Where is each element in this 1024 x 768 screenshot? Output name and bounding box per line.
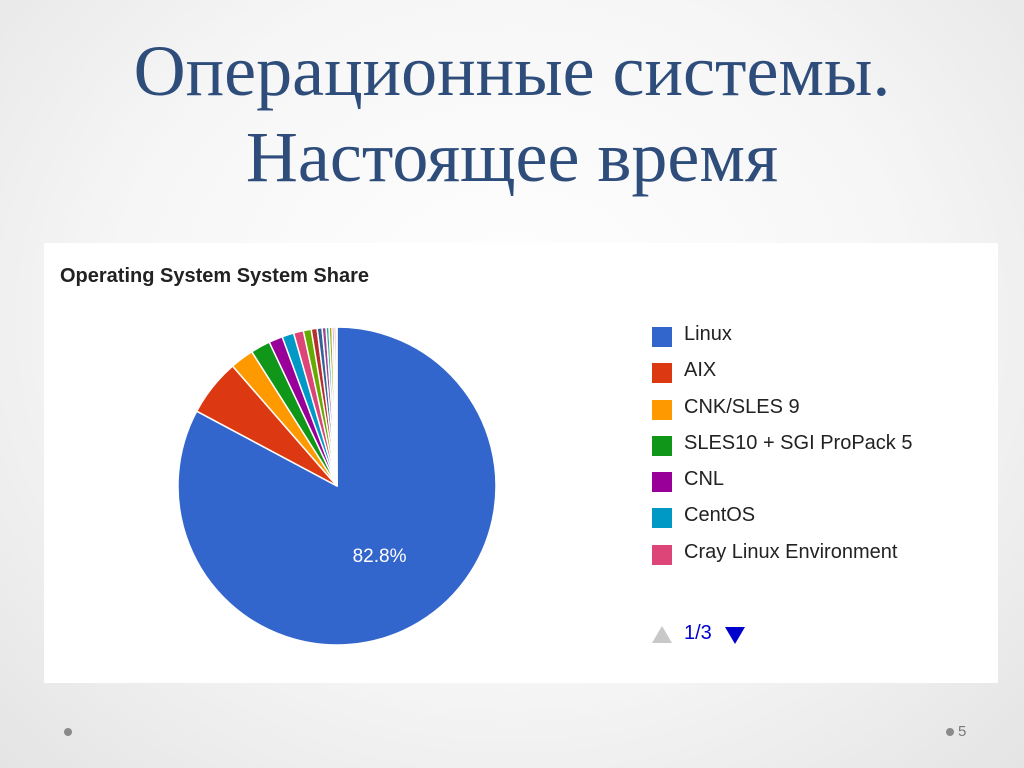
- legend-swatch-cnl: [652, 472, 672, 493]
- pie-data-label-linux: 82.8%: [353, 546, 407, 567]
- slide-title-line-2: Настоящее время: [245, 117, 779, 197]
- pie-chart: 82.8%: [177, 326, 497, 646]
- legend-label-sles10-sgi: SLES10 + SGI ProPack 5: [684, 431, 913, 454]
- legend-label-cnk-sles9: CNK/SLES 9: [684, 395, 800, 418]
- legend-label-cnl: CNL: [684, 468, 725, 491]
- legend-label-centos: CentOS: [684, 504, 756, 527]
- legend-swatch-cnk-sles9: [652, 399, 672, 420]
- legend-label-aix: AIX: [684, 359, 717, 382]
- pager-prev-arrow-icon: [652, 626, 672, 643]
- legend-swatch-sles10-sgi: [652, 435, 672, 456]
- slide-title-line-1: Операционные системы.: [133, 31, 891, 111]
- pie-slice-other-15[interactable]: [335, 326, 338, 487]
- page-number: 5: [958, 723, 967, 740]
- pager-next-arrow-icon[interactable]: [725, 627, 745, 644]
- footer-dot-left: [64, 728, 72, 736]
- footer-dot-right: [946, 728, 954, 736]
- slide-title: Операционные системы. Настоящее время: [0, 28, 1024, 200]
- legend-label-linux: Linux: [684, 323, 732, 345]
- legend-swatch-cray: [652, 544, 672, 565]
- legend-swatch-linux: [652, 327, 672, 347]
- legend-label-cray: Cray Linux Environment: [684, 540, 898, 563]
- legend-swatch-aix: [652, 363, 672, 384]
- legend-swatch-centos: [652, 508, 672, 529]
- pager-page-indicator: 1/3: [684, 622, 712, 644]
- chart-panel: Operating System System Share 82.8% Linu…: [44, 243, 998, 683]
